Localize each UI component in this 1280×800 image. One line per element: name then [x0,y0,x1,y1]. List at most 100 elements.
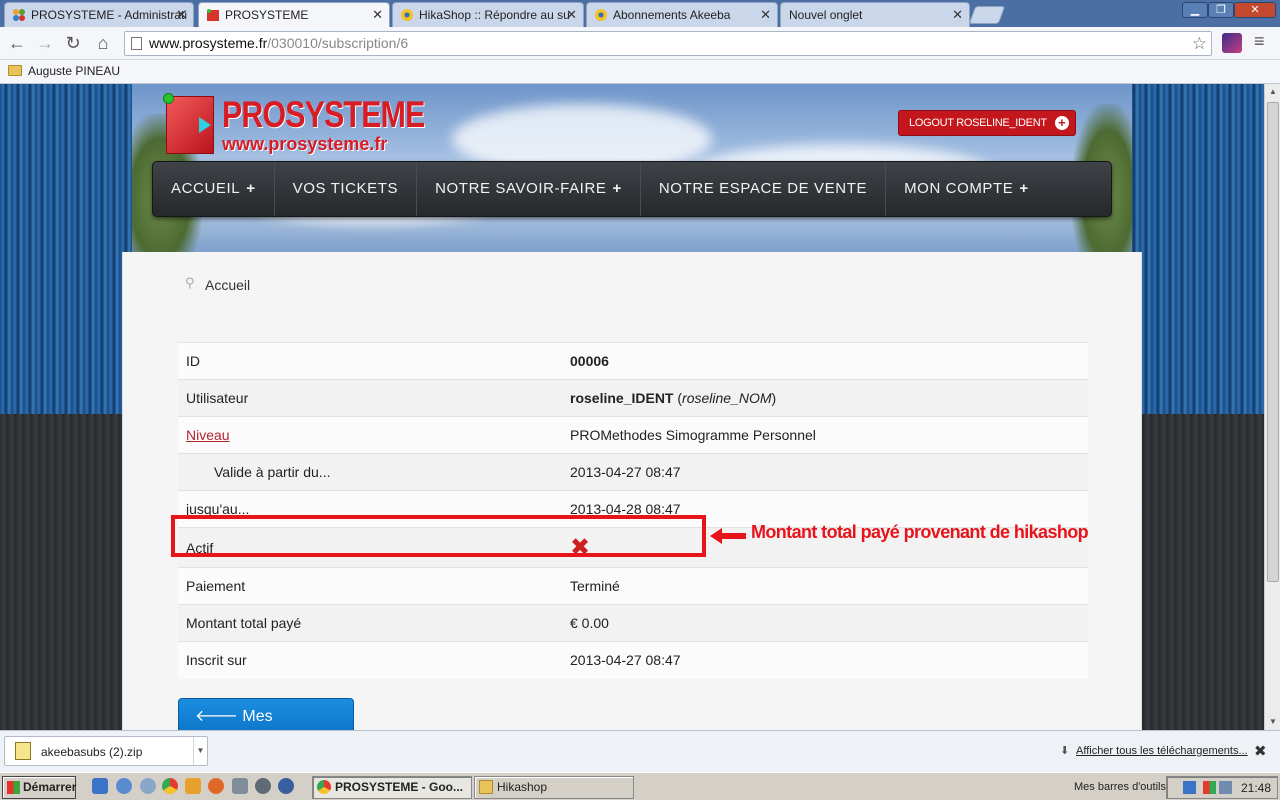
folder-icon [479,780,493,794]
windows-logo-icon [7,781,20,794]
clock: 21:48 [1240,781,1271,795]
quicklaunch-ie-icon[interactable] [92,778,108,794]
browser-tab-hikashop[interactable]: HikaShop :: Répondre au su ✕ [392,2,584,27]
table-row: Montant total payé € 0.00 [178,604,1088,642]
browser-tab-strip: PROSYSTEME - Administrati ✕ PROSYSTEME ✕… [0,0,1280,27]
bookmarks-bar: Auguste PINEAU [0,60,1280,84]
window-close-button[interactable]: ✕ [1234,2,1276,18]
site-header: PROSYSTEME www.prosysteme.fr LOGOUT ROSE… [132,84,1132,252]
arrow-left-icon: 🡐 [195,708,238,725]
scroll-up-icon[interactable]: ▲ [1265,84,1280,100]
subscription-details-table: ID 00006 Utilisateur roseline_IDENT (ros… [178,342,1088,679]
content-panel: ⚲ Accueil ID 00006 Utilisateur roseline_… [122,252,1142,730]
joomla-star-icon [594,8,608,22]
logo-url[interactable]: www.prosysteme.fr [222,134,387,155]
quicklaunch-media-icon[interactable] [278,778,294,794]
nav-item-vos-tickets[interactable]: VOS TICKETS [275,162,418,216]
menu-wrench-icon[interactable]: ≡ [1254,31,1265,52]
show-all-downloads-link[interactable]: ⬇ Afficher tous les téléchargements... [1060,745,1248,757]
page-viewport: PROSYSTEME www.prosysteme.fr LOGOUT ROSE… [0,84,1264,730]
minimize-button[interactable]: ▁ [1182,2,1208,18]
close-tab-icon[interactable]: ✕ [372,7,383,23]
quicklaunch-globe-icon[interactable] [116,778,132,794]
close-tab-icon[interactable]: ✕ [760,7,771,23]
quicklaunch-outlook-icon[interactable] [185,778,201,794]
restore-button[interactable]: ❐ [1208,2,1234,18]
start-button[interactable]: Démarrer [2,776,76,799]
os-taskbar: Démarrer PROSYSTEME - Goo... Hikashop Me… [0,772,1280,800]
scrollbar-thumb[interactable] [1267,102,1279,582]
table-row: Utilisateur roseline_IDENT (roseline_NOM… [178,379,1088,417]
close-tab-icon[interactable]: ✕ [952,7,963,23]
table-row: Paiement Terminé [178,567,1088,605]
windows-flag-icon[interactable] [1203,781,1216,794]
logo-icon[interactable] [163,93,214,154]
taskbar-item-chrome[interactable]: PROSYSTEME - Goo... [312,776,472,799]
quicklaunch-settings-icon[interactable] [255,778,271,794]
page-scrollbar[interactable]: ▲ ▼ [1264,84,1280,730]
user-name: roseline_NOM [682,390,772,406]
quicklaunch-safari-icon[interactable] [140,778,156,794]
plus-icon: + [1019,180,1029,197]
reload-icon[interactable]: ↻ [62,32,84,54]
user-ident: roseline_IDENT [570,390,674,406]
taskbar-toolbars-label[interactable]: Mes barres d'outils [1074,781,1166,793]
address-bar[interactable]: www.prosysteme.fr/030010/subscription/6 … [124,31,1212,56]
folder-icon [8,65,22,76]
main-navigation: ACCUEIL + VOS TICKETS NOTRE SAVOIR-FAIRE +… [152,161,1112,217]
quicklaunch-tool-icon[interactable] [232,778,248,794]
table-row: ID 00006 [178,342,1088,380]
download-item[interactable]: akeebasubs (2).zip ▼ [4,736,208,766]
home-icon[interactable]: ⌂ [92,32,114,54]
browser-tab-admin[interactable]: PROSYSTEME - Administrati ✕ [4,2,194,27]
annotation-arrow-icon [710,528,746,544]
nav-item-savoir-faire[interactable]: NOTRE SAVOIR-FAIRE + [417,162,641,216]
system-tray: 21:48 [1166,776,1278,799]
browser-tab-prosysteme[interactable]: PROSYSTEME ✕ [198,2,390,27]
browser-toolbar: ← → ↻ ⌂ www.prosysteme.fr/030010/subscri… [0,27,1280,60]
joomla-icon [12,8,26,22]
zip-file-icon [15,742,31,760]
extension-icon[interactable] [1222,33,1242,53]
close-tab-icon[interactable]: ✕ [566,7,577,23]
quicklaunch-chrome-icon[interactable] [162,778,178,794]
annotation-highlight-box [171,515,706,557]
bookmark-folder[interactable]: Auguste PINEAU [8,64,120,78]
plus-icon: + [246,180,256,197]
logout-button[interactable]: LOGOUT ROSELINE_IDENT + [898,110,1076,136]
close-icon[interactable]: ✖ [1254,742,1267,760]
annotation-text: Montant total payé provenant de hikashop [751,522,1089,542]
nav-item-accueil[interactable]: ACCUEIL + [153,162,275,216]
nav-item-mon-compte[interactable]: MON COMPTE + [886,162,1047,216]
plus-icon: + [1054,116,1069,130]
table-row: Niveau PROMethodes Simogramme Personnel [178,416,1088,454]
page-icon [131,37,142,50]
taskbar-item-hikashop[interactable]: Hikashop [474,776,634,799]
volume-icon[interactable] [1219,781,1232,794]
plus-icon: + [612,180,622,197]
chrome-icon [317,780,331,794]
browser-tab-new[interactable]: Nouvel onglet ✕ [780,2,970,27]
location-pin-icon: ⚲ [185,275,195,290]
forward-icon[interactable]: → [34,32,56,54]
table-row: Valide à partir du... 2013-04-27 08:47 [178,453,1088,491]
downloads-bar: akeebasubs (2).zip ▼ ⬇ Afficher tous les… [0,730,1280,772]
logo-title[interactable]: PROSYSTEME [222,94,425,136]
quicklaunch-firefox-icon[interactable] [208,778,224,794]
scroll-down-icon[interactable]: ▼ [1265,714,1280,730]
browser-tab-akeeba[interactable]: Abonnements Akeeba ✕ [586,2,778,27]
network-icon[interactable] [1183,781,1196,794]
new-tab-button[interactable] [968,6,1006,24]
breadcrumb: ⚲ Accueil [185,275,251,293]
table-row: Inscrit sur 2013-04-27 08:47 [178,641,1088,679]
nav-item-espace-vente[interactable]: NOTRE ESPACE DE VENTE [641,162,887,216]
bookmark-star-icon[interactable]: ☆ [1192,32,1207,55]
prosysteme-favicon [206,8,220,22]
level-link[interactable]: Niveau [186,427,230,443]
back-icon[interactable]: ← [6,32,28,54]
joomla-star-icon [400,8,414,22]
close-tab-icon[interactable]: ✕ [176,7,187,23]
my-subscriptions-button[interactable]: 🡐 Mes abonnements [178,698,354,730]
chevron-down-icon[interactable]: ▼ [193,737,207,765]
download-arrow-icon: ⬇ [1060,745,1070,757]
